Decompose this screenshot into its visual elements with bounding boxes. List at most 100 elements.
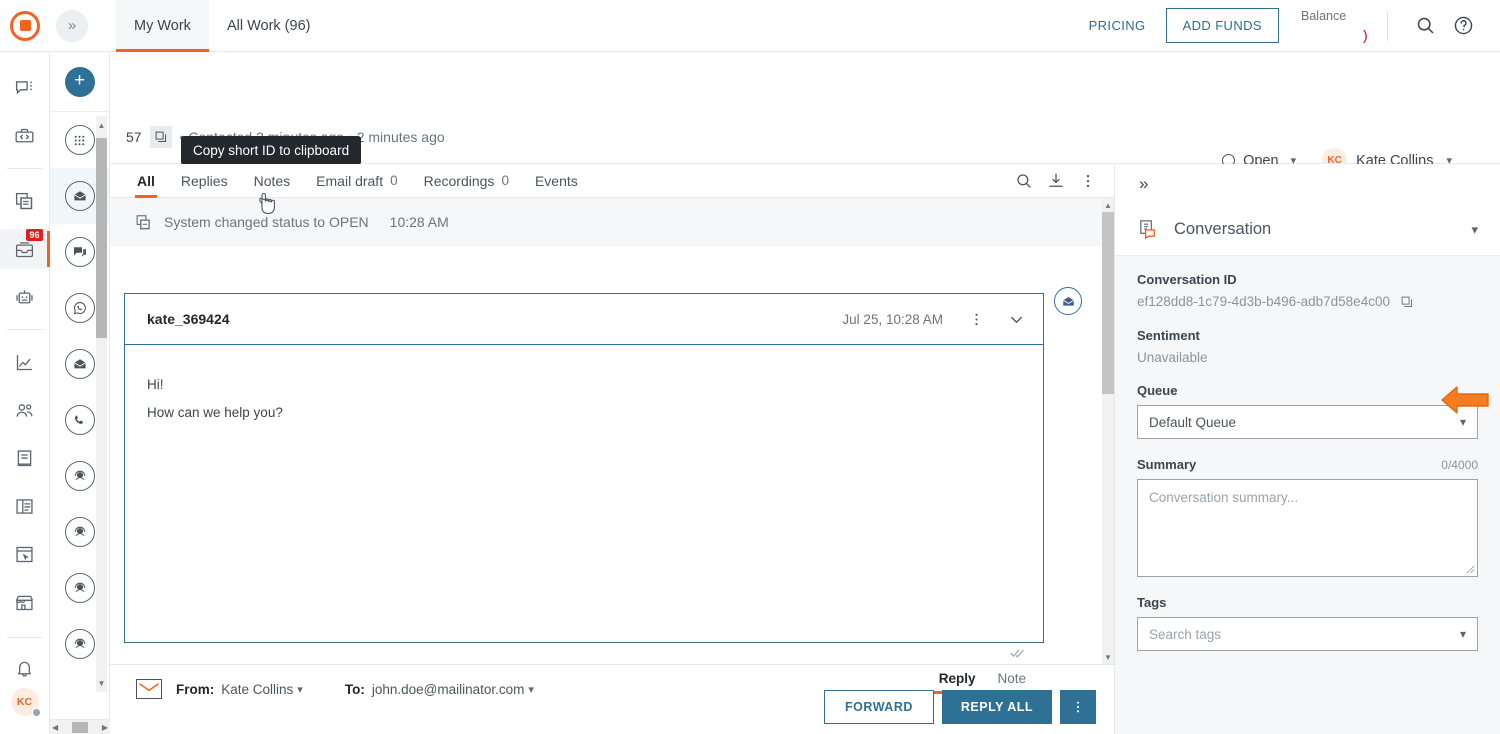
sidebar-item-library[interactable] <box>0 438 50 478</box>
divider <box>6 329 43 330</box>
kebab-menu-icon[interactable] <box>1060 690 1096 724</box>
chevron-double-right-icon: » <box>1139 174 1149 193</box>
chevron-down-icon[interactable]: ▾ <box>1471 222 1478 238</box>
tags-placeholder: Search tags <box>1149 626 1222 642</box>
scroll-down-icon[interactable]: ▼ <box>1102 650 1114 664</box>
tab-all[interactable]: All <box>124 164 168 198</box>
download-icon[interactable] <box>1040 165 1072 197</box>
brand-logo-icon <box>10 10 40 41</box>
conversation-header: 57 • Contacted 2 minutes ago • 2 minutes… <box>110 52 1500 215</box>
composer-actions: FORWARD REPLY ALL <box>824 690 1096 724</box>
balance-label: Balance <box>1301 8 1347 23</box>
kebab-menu-icon[interactable] <box>1072 165 1104 197</box>
sidebar-item-marketplace[interactable] <box>0 582 50 622</box>
chevron-down-icon[interactable]: ▾ <box>297 683 303 696</box>
conversation-section-header[interactable]: Conversation ▾ <box>1115 204 1500 256</box>
to-value[interactable]: john.doe@mailinator.com <box>372 682 525 697</box>
queue-select[interactable]: Default Queue ▾ <box>1137 405 1478 439</box>
system-event-time: 10:28 AM <box>389 214 449 230</box>
tab-email-draft[interactable]: Email draft 0 <box>303 164 410 198</box>
balance-value: ) <box>1363 26 1368 43</box>
report-panel-icon <box>16 498 33 514</box>
tab-email-draft-label: Email draft <box>316 172 384 189</box>
message-card[interactable]: kate_369424 Jul 25, 10:28 AM Hi! How can… <box>124 293 1044 643</box>
sidebar-item-reports[interactable] <box>0 486 50 526</box>
summary-textarea[interactable]: Conversation summary... <box>1137 479 1478 577</box>
summary-placeholder: Conversation summary... <box>1149 490 1299 505</box>
line-chart-icon <box>16 354 33 370</box>
scrollbar-thumb[interactable] <box>1102 212 1114 394</box>
balance-display: Balance ) <box>1301 6 1381 46</box>
tags-input[interactable]: Search tags ▾ <box>1137 617 1478 651</box>
sidebar-item-bots[interactable] <box>0 277 50 317</box>
chevron-down-icon[interactable]: ▾ <box>528 683 534 696</box>
sidebar-item-widgets[interactable] <box>0 534 50 574</box>
reply-all-button[interactable]: REPLY ALL <box>941 690 1052 724</box>
tab-recordings[interactable]: Recordings 0 <box>411 164 522 198</box>
avatar-initials: KC <box>16 696 33 708</box>
divider <box>6 637 43 638</box>
from-label: From: <box>176 681 215 697</box>
copy-icon <box>155 131 166 143</box>
plus-icon[interactable]: + <box>64 66 95 97</box>
forward-button[interactable]: FORWARD <box>824 690 934 724</box>
scroll-right-icon[interactable]: ▶ <box>102 723 108 732</box>
envelope-icon <box>136 679 162 699</box>
kebab-menu-icon[interactable] <box>961 304 991 334</box>
chevron-double-right-icon[interactable]: » <box>56 9 88 42</box>
add-funds-button[interactable]: ADD FUNDS <box>1165 8 1279 43</box>
pricing-link[interactable]: PRICING <box>1089 18 1146 33</box>
add-channel-row: + <box>50 52 109 112</box>
details-panel: » Conversation ▾ Conversation ID ef128dd… <box>1115 164 1500 734</box>
bell-icon <box>17 661 32 677</box>
channel-horizontal-scrollbar[interactable]: ◀ ▶ <box>50 719 110 734</box>
sidebar-item-inbox[interactable]: 96 <box>0 229 50 269</box>
brand-logo[interactable] <box>0 0 50 52</box>
message-pane: All Replies Notes Email draft 0 Recordin… <box>110 164 1115 734</box>
notifications-button[interactable] <box>0 648 50 688</box>
whatsapp-icon <box>64 293 95 323</box>
resize-grip-icon[interactable] <box>1466 565 1475 574</box>
grid-dots-icon <box>64 125 95 155</box>
scrollbar-thumb[interactable] <box>72 721 88 733</box>
app-root: » My Work All Work (96) PRICING ADD FUND… <box>0 0 1500 734</box>
headset-icon <box>64 573 95 603</box>
tab-events[interactable]: Events <box>522 164 591 198</box>
divider <box>6 168 43 169</box>
sidebar-item-messages[interactable] <box>0 68 50 108</box>
channel-vertical-scrollbar[interactable]: ▲ ▼ <box>96 116 107 692</box>
search-icon[interactable] <box>1406 7 1444 45</box>
sentiment-section: Sentiment Unavailable <box>1137 328 1478 365</box>
tab-replies-label: Replies <box>180 172 228 189</box>
from-value[interactable]: Kate Collins <box>221 682 293 697</box>
message-scrollbar[interactable]: ▲ ▼ <box>1102 198 1114 664</box>
sidebar-item-analytics[interactable] <box>0 342 50 382</box>
scroll-up-icon[interactable]: ▲ <box>1102 198 1114 212</box>
tooltip: Copy short ID to clipboard <box>181 136 362 172</box>
sidebar-item-knowledge[interactable] <box>0 181 50 221</box>
section-title: Conversation <box>1174 220 1272 238</box>
queue-value: Default Queue <box>1149 414 1237 430</box>
tab-all-work[interactable]: All Work (96) <box>209 0 329 52</box>
sidebar-item-developer[interactable] <box>0 116 50 156</box>
help-circle-icon[interactable] <box>1444 7 1482 45</box>
scroll-left-icon[interactable]: ◀ <box>52 723 58 732</box>
search-icon[interactable] <box>1008 165 1040 197</box>
inbox-badge: 96 <box>26 229 43 241</box>
copy-short-id-button[interactable] <box>149 126 172 148</box>
scroll-up-icon[interactable]: ▲ <box>96 118 107 132</box>
sidebar-item-teams[interactable] <box>0 390 50 430</box>
scroll-down-icon[interactable]: ▼ <box>96 676 107 690</box>
tab-replies[interactable]: Replies <box>168 164 241 198</box>
tab-my-work[interactable]: My Work <box>116 0 209 52</box>
collapse-panel-button[interactable]: » <box>1115 164 1500 204</box>
scrollbar-thumb[interactable] <box>96 138 107 338</box>
copy-conversation-id-button[interactable] <box>1400 295 1414 309</box>
email-icon <box>64 349 95 379</box>
chevron-down-icon[interactable] <box>1001 304 1031 334</box>
avatar[interactable]: KC <box>10 688 41 717</box>
tab-my-work-label: My Work <box>134 17 191 34</box>
chevron-down-icon[interactable]: ▾ <box>1460 627 1466 641</box>
double-check-icon <box>1010 647 1026 659</box>
headset-icon <box>64 461 95 491</box>
